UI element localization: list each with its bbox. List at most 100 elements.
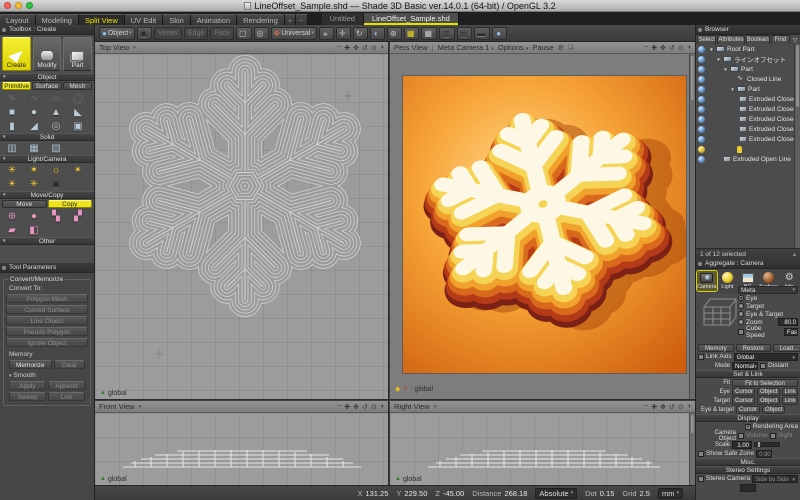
ambient-light-icon[interactable]: ✳ [23,177,45,191]
union-tool-icon[interactable]: ▥ [1,141,23,155]
aggregate-header[interactable]: Aggregate : Camera [696,259,800,269]
display-header[interactable]: Display [696,414,800,422]
wedge-tool-icon[interactable]: ◢ [23,119,45,133]
radio-icon[interactable] [738,319,744,325]
tree-row[interactable]: Extruded Closed [696,114,794,124]
viewport-control-icon[interactable]: ⊙ [371,403,377,411]
checkbox-icon[interactable] [698,451,704,457]
collapse-dot-icon[interactable] [2,28,6,32]
viewport-control-icon[interactable]: ↺ [669,44,675,52]
duplicate-tool-icon[interactable]: ▚ [45,209,67,223]
eye-cursor-button[interactable]: Cursor [732,388,755,396]
checkbox-checked-icon[interactable]: ✓ [745,424,751,430]
viewport-control-icon[interactable]: ↺ [669,403,675,411]
eye-target-cursor-button[interactable]: Cursor [736,406,760,414]
checkbox-icon[interactable] [738,433,744,439]
area-light-icon[interactable]: ✴ [67,163,89,177]
intersection-tool-icon[interactable]: ▦ [23,141,45,155]
collapse-arrow-icon[interactable]: ▴ [793,251,796,258]
eye-target-object-button[interactable]: Object [762,406,785,414]
minimize-window-icon[interactable] [15,2,22,9]
radio-icon[interactable] [738,303,744,309]
viewport-control-icon[interactable]: ⊙ [678,403,684,411]
face-mode-button[interactable]: Face [210,27,234,40]
checkbox-icon[interactable] [698,476,704,482]
visibility-toggle[interactable] [698,146,705,153]
distant-light-icon[interactable]: ☼ [45,163,67,177]
visibility-toggle[interactable] [698,96,705,103]
workspace-tab[interactable]: Split View [79,14,125,25]
meta-dropdown[interactable]: Meta▾ [738,286,798,294]
workspace-tab[interactable]: Skin [163,14,191,25]
options-menu[interactable]: Options ▾ [498,43,528,52]
subtraction-tool-icon[interactable]: ▧ [45,141,67,155]
set-link-header[interactable]: Set & Link [696,370,800,378]
tree-row[interactable]: ▼ ラインオフセット [696,54,794,64]
camera-memory-button[interactable]: Memory [698,344,734,352]
viewport-title[interactable]: Right View [394,402,430,411]
convert-button[interactable]: Pseudo Polygon [6,327,88,336]
pause-button[interactable]: Pause [532,43,553,52]
fit-to-selection-button[interactable]: Fit to Selection [732,379,798,387]
zoom-window-icon[interactable] [26,2,33,9]
pen-tool-icon[interactable]: ✎ [1,91,23,105]
convert-button[interactable]: Line Object [6,316,88,325]
memory-button[interactable]: Clear [54,360,85,369]
move-copy-tab[interactable]: Move [2,200,47,208]
visibility-toggle[interactable] [698,56,705,63]
misc-header[interactable]: Misc. [696,458,800,466]
tree-row[interactable]: Extruded Open Line [696,154,794,164]
camera-memory-button[interactable]: Restore [736,344,771,352]
viewport-control-icon[interactable]: − [337,44,341,52]
cylinder-tool-icon[interactable]: ▮ [1,119,23,133]
rotate-button[interactable]: ↻ [353,27,368,40]
eye-link-button[interactable]: Link [782,388,798,396]
collapse-triangle-icon[interactable]: ▾ [3,238,6,245]
render-sphere-button[interactable]: ● [492,27,507,40]
modify-mode-button[interactable]: Modify [33,37,62,71]
link-axis-dropdown[interactable]: Global▾ [734,353,798,361]
checkbox-icon[interactable] [698,354,704,360]
collapse-triangle-icon[interactable]: ▾ [3,156,6,163]
viewport-control-icon[interactable]: ⊙ [678,44,684,52]
stereo-mode-dropdown[interactable]: Side by Side▾ [752,475,798,483]
visibility-toggle[interactable] [698,76,705,83]
smooth-append-button[interactable]: Append [48,381,85,390]
view-monitor-button[interactable]: ▥ [439,27,455,40]
render-settings-icon[interactable]: ⚙ [558,44,564,52]
close-window-icon[interactable] [4,2,11,9]
shear-tool-icon[interactable]: ▰ [1,223,23,237]
tree-row[interactable]: Extruded Closed [696,134,794,144]
cone-tool-icon[interactable]: ▲ [45,105,67,119]
viewport-control-icon[interactable]: ✚ [344,403,350,411]
other-section-header[interactable]: ▾Other [0,237,94,245]
cube-speed-row[interactable]: Cube SpeedFast [738,328,798,336]
tree-row[interactable]: ▼ Root Part [696,44,794,54]
create-mode-button[interactable]: Create [2,37,31,71]
zoom-tool-icon[interactable]: ⊕ [1,209,23,223]
right-viewport-canvas[interactable]: ▲ global [390,413,695,485]
scale-field[interactable]: 1.00 [732,441,752,449]
scrollbar-thumb[interactable] [796,45,799,107]
rendering-area[interactable] [402,75,687,374]
edge-mode-button[interactable]: Edge [184,27,208,40]
viewport-control-icon[interactable]: − [337,403,341,411]
chevron-down-icon[interactable]: ▾ [139,404,142,410]
eye-object-button[interactable]: Object [757,388,779,396]
visibility-toggle[interactable] [698,46,705,53]
pers-viewport-canvas[interactable]: ◆ ↗ ↑ global [390,54,695,399]
stereo-camera-row[interactable]: Stereo Camera Side by Side▾ [696,474,800,483]
move-part-tool-icon[interactable]: ● [23,209,45,223]
circle-line-tool-icon[interactable]: ◯ [67,91,89,105]
collapse-dot-icon[interactable] [2,266,6,270]
camera-tool-icon[interactable]: ▣ [45,177,67,191]
viewport-title[interactable]: Front View [99,402,135,411]
front-viewport-canvas[interactable]: ▲ global [95,413,388,485]
radio-target[interactable]: Target [738,302,798,310]
checkbox-icon[interactable] [738,329,744,335]
viewport-control-icon[interactable]: ⊙ [371,44,377,52]
smooth-apply-button[interactable]: Apply [9,381,46,390]
expander-triangle-icon[interactable]: ▼ [723,67,728,72]
move-button[interactable]: ✛ [336,27,351,40]
prism-tool-icon[interactable]: ◣ [67,105,89,119]
